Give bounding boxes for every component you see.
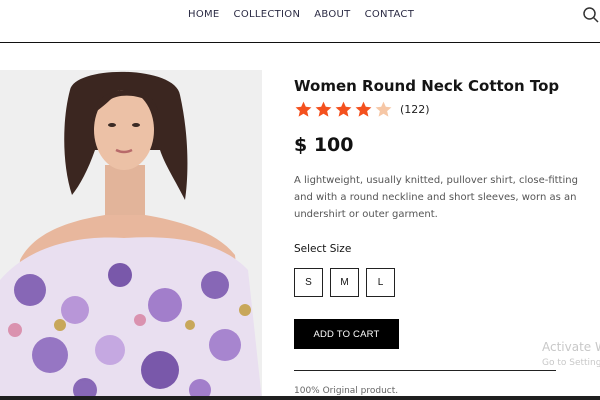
nav-contact-link[interactable]: CONTACT xyxy=(365,9,415,20)
size-button-m[interactable]: M xyxy=(330,268,359,297)
nav-about-link[interactable]: ABOUT xyxy=(314,9,350,20)
size-button-s[interactable]: S xyxy=(294,268,323,297)
nav-home-link[interactable]: HOME xyxy=(188,9,220,20)
star-icon xyxy=(315,101,332,117)
add-to-cart-button[interactable]: ADD TO CART xyxy=(294,319,399,349)
star-icon xyxy=(355,101,372,117)
product-price: $ 100 xyxy=(294,134,354,156)
product-rating: (122) xyxy=(294,100,430,119)
size-options: S M L xyxy=(294,268,402,297)
size-button-l[interactable]: L xyxy=(366,268,395,297)
product-title: Women Round Neck Cotton Top xyxy=(294,77,560,95)
product-image xyxy=(0,70,262,400)
top-navigation: HOME COLLECTION ABOUT CONTACT xyxy=(0,0,600,43)
activation-watermark-title: Activate W xyxy=(542,340,600,354)
star-half-icon xyxy=(375,101,392,117)
original-product-note: 100% Original product. xyxy=(294,386,399,396)
search-icon xyxy=(583,7,599,23)
product-photo-illustration xyxy=(0,70,262,400)
search-button[interactable] xyxy=(582,6,600,24)
nav-collection-link[interactable]: COLLECTION xyxy=(234,9,301,20)
star-icon xyxy=(335,101,352,117)
activation-watermark-subtitle: Go to Setting xyxy=(542,358,600,368)
nav-links: HOME COLLECTION ABOUT CONTACT xyxy=(188,9,428,20)
review-count: (122) xyxy=(400,103,430,116)
star-icon xyxy=(295,101,312,117)
taskbar xyxy=(0,396,600,400)
product-description: A lightweight, usually knitted, pullover… xyxy=(294,175,578,220)
size-label: Select Size xyxy=(294,243,352,255)
divider xyxy=(294,370,556,371)
